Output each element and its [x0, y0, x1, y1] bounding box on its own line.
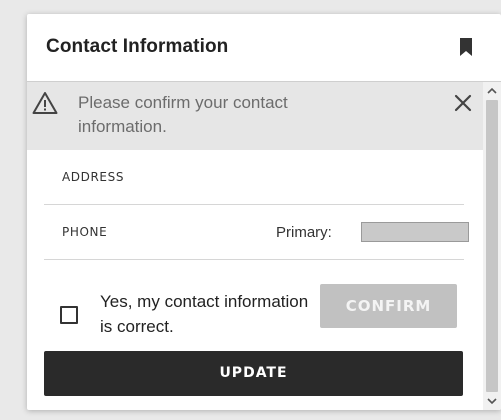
primary-phone-input[interactable]	[361, 222, 469, 242]
phone-row: PHONE Primary:	[44, 205, 469, 260]
card-title: Contact Information	[46, 36, 229, 57]
update-button[interactable]: UPDATE	[44, 351, 463, 396]
primary-phone-label: Primary:	[276, 224, 332, 241]
bookmark-icon[interactable]	[459, 38, 473, 56]
phone-label: PHONE	[62, 225, 108, 239]
contact-information-card: Contact Information Please confirm your …	[27, 14, 501, 410]
chevron-down-icon[interactable]	[486, 396, 498, 406]
confirm-button[interactable]: CONFIRM	[320, 284, 457, 328]
confirm-checkbox-label: Yes, my contact information is correct.	[100, 292, 309, 336]
close-icon[interactable]	[453, 93, 473, 113]
card-header: Contact Information	[27, 14, 501, 82]
scrollbar[interactable]	[483, 82, 501, 410]
confirm-checkbox[interactable]	[60, 306, 78, 324]
chevron-up-icon[interactable]	[486, 86, 498, 96]
alert-message: Please confirm your contact information.	[78, 93, 288, 136]
alert-banner: Please confirm your contact information.	[27, 82, 483, 150]
warning-icon	[32, 92, 58, 114]
scrollbar-thumb[interactable]	[486, 100, 498, 392]
address-label: ADDRESS	[62, 170, 125, 184]
address-row: ADDRESS	[44, 150, 464, 205]
